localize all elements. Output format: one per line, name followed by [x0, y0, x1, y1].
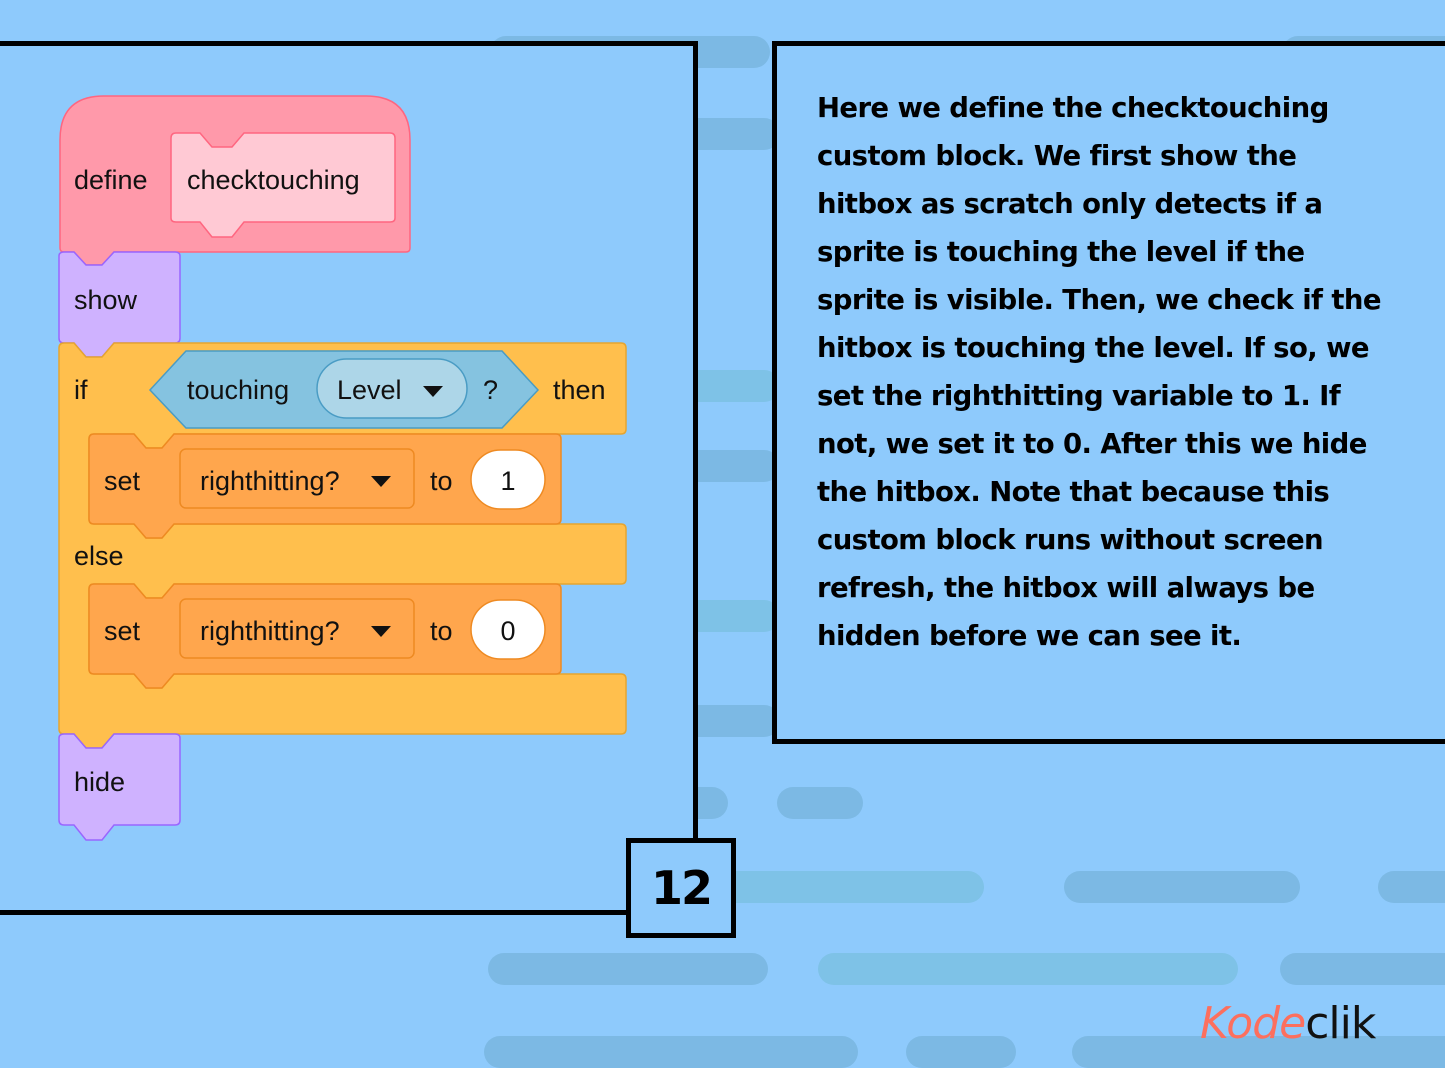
bg-stripe — [1378, 871, 1445, 903]
value-input[interactable]: 1 — [470, 449, 546, 510]
page-number-box: 12 — [626, 838, 736, 938]
explanation-text: Here we define the checktouching custom … — [817, 92, 1382, 652]
svg-text:checktouching: checktouching — [187, 165, 360, 195]
bg-stripe — [1280, 953, 1445, 985]
else-label: else — [74, 541, 124, 571]
svg-text:righthitting?: righthitting? — [200, 616, 340, 646]
scratch-script: define checktouching show if then else t… — [58, 95, 627, 841]
svg-text:Level: Level — [337, 375, 402, 405]
logo-part-clik: clik — [1305, 998, 1376, 1049]
svg-text:1: 1 — [500, 466, 515, 496]
svg-text:to: to — [430, 616, 453, 646]
question-mark: ? — [483, 375, 498, 405]
svg-text:hide: hide — [74, 767, 125, 797]
if-else-block[interactable]: if then else touching Level ? set righth… — [58, 342, 627, 749]
define-block[interactable]: define checktouching — [59, 95, 411, 266]
bg-stripe — [906, 1036, 1016, 1068]
custom-block-name[interactable]: checktouching — [170, 132, 396, 238]
if-label: if — [74, 375, 88, 405]
page-number: 12 — [650, 861, 713, 915]
touching-condition[interactable]: touching Level ? — [148, 350, 540, 429]
define-keyword: define — [74, 165, 148, 195]
svg-text:0: 0 — [500, 616, 515, 646]
value-input[interactable]: 0 — [470, 599, 546, 660]
then-label: then — [553, 375, 606, 405]
level-dropdown[interactable]: Level — [316, 358, 468, 419]
logo-part-kode: Kode — [1200, 998, 1306, 1049]
svg-text:righthitting?: righthitting? — [200, 466, 340, 496]
bg-stripe — [488, 953, 768, 985]
set-variable-block-false[interactable]: set righthitting? to 0 — [88, 583, 562, 689]
svg-text:show: show — [74, 285, 138, 315]
set-variable-block-true[interactable]: set righthitting? to 1 — [88, 433, 562, 539]
svg-text:set: set — [104, 616, 141, 646]
kodeclik-logo: Kodeclik — [1200, 998, 1376, 1049]
variable-dropdown[interactable]: righthitting? — [179, 448, 415, 509]
bg-stripe — [1064, 871, 1300, 903]
svg-text:set: set — [104, 466, 141, 496]
bg-stripe — [777, 787, 863, 819]
bg-stripe — [818, 953, 1238, 985]
variable-dropdown[interactable]: righthitting? — [179, 598, 415, 659]
bg-stripe — [720, 871, 984, 903]
hide-block[interactable]: hide — [58, 733, 181, 841]
svg-text:touching: touching — [187, 375, 289, 405]
svg-text:to: to — [430, 466, 453, 496]
bg-stripe — [484, 1036, 858, 1068]
show-block[interactable]: show — [58, 251, 181, 358]
